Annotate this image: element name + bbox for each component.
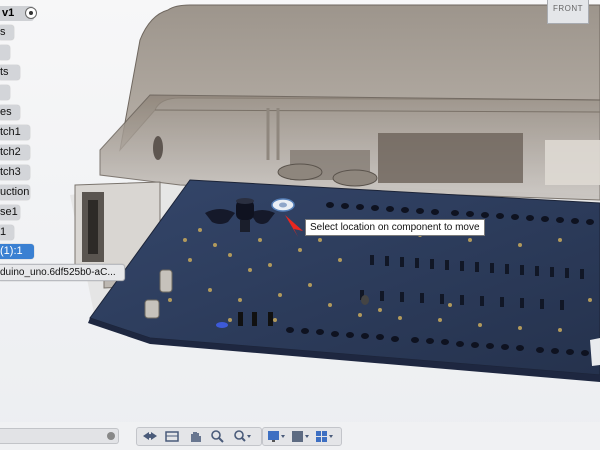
display-settings-icon[interactable] <box>265 429 287 444</box>
browser-item-selected-component[interactable]: (1):1 <box>0 244 34 259</box>
browser-item-1[interactable]: s <box>0 25 14 40</box>
hand-icon[interactable] <box>185 429 207 444</box>
browser-item-sketch2[interactable]: tch2 <box>0 145 30 160</box>
browser-item-base1[interactable]: se1 <box>0 205 20 220</box>
visual-style-icon[interactable] <box>289 429 311 444</box>
selection-point-marker <box>271 198 295 212</box>
viewcube[interactable]: FRONT <box>545 0 589 32</box>
bottom-left-field[interactable] <box>0 428 119 444</box>
active-radio-icon[interactable] <box>25 7 37 19</box>
browser-item-body1[interactable]: 1 <box>0 225 14 240</box>
move-tooltip: Select location on component to move <box>305 219 485 236</box>
clear-icon[interactable] <box>107 432 115 440</box>
zoom-icon[interactable] <box>207 429 229 444</box>
browser-item-4[interactable] <box>0 85 10 100</box>
nav-tools-group <box>136 427 262 446</box>
model-scene[interactable] <box>0 0 600 450</box>
browser-item-construction[interactable]: uction <box>0 185 30 200</box>
browser-item-arduino-uno[interactable]: duino_uno.6df525b0-aC... <box>0 264 125 281</box>
viewcube-front-face[interactable]: FRONT <box>547 0 589 24</box>
orbit-icon[interactable] <box>139 429 161 444</box>
browser-item-2[interactable] <box>0 45 10 60</box>
browser-root-label: v1 <box>2 7 15 19</box>
pan-icon[interactable] <box>161 429 183 444</box>
display-tools-group <box>262 427 342 446</box>
browser-item-sketch1[interactable]: tch1 <box>0 125 30 140</box>
browser-item-3[interactable]: ts <box>0 65 20 80</box>
grid-icon[interactable] <box>313 429 335 444</box>
browser-item-sketch3[interactable]: tch3 <box>0 165 30 180</box>
browser-item-5[interactable]: es <box>0 105 20 120</box>
canvas-viewport[interactable]: v1 s ts es tch1 tch2 tch3 uction se1 1 (… <box>0 0 600 450</box>
zoom-window-icon[interactable] <box>231 429 253 444</box>
